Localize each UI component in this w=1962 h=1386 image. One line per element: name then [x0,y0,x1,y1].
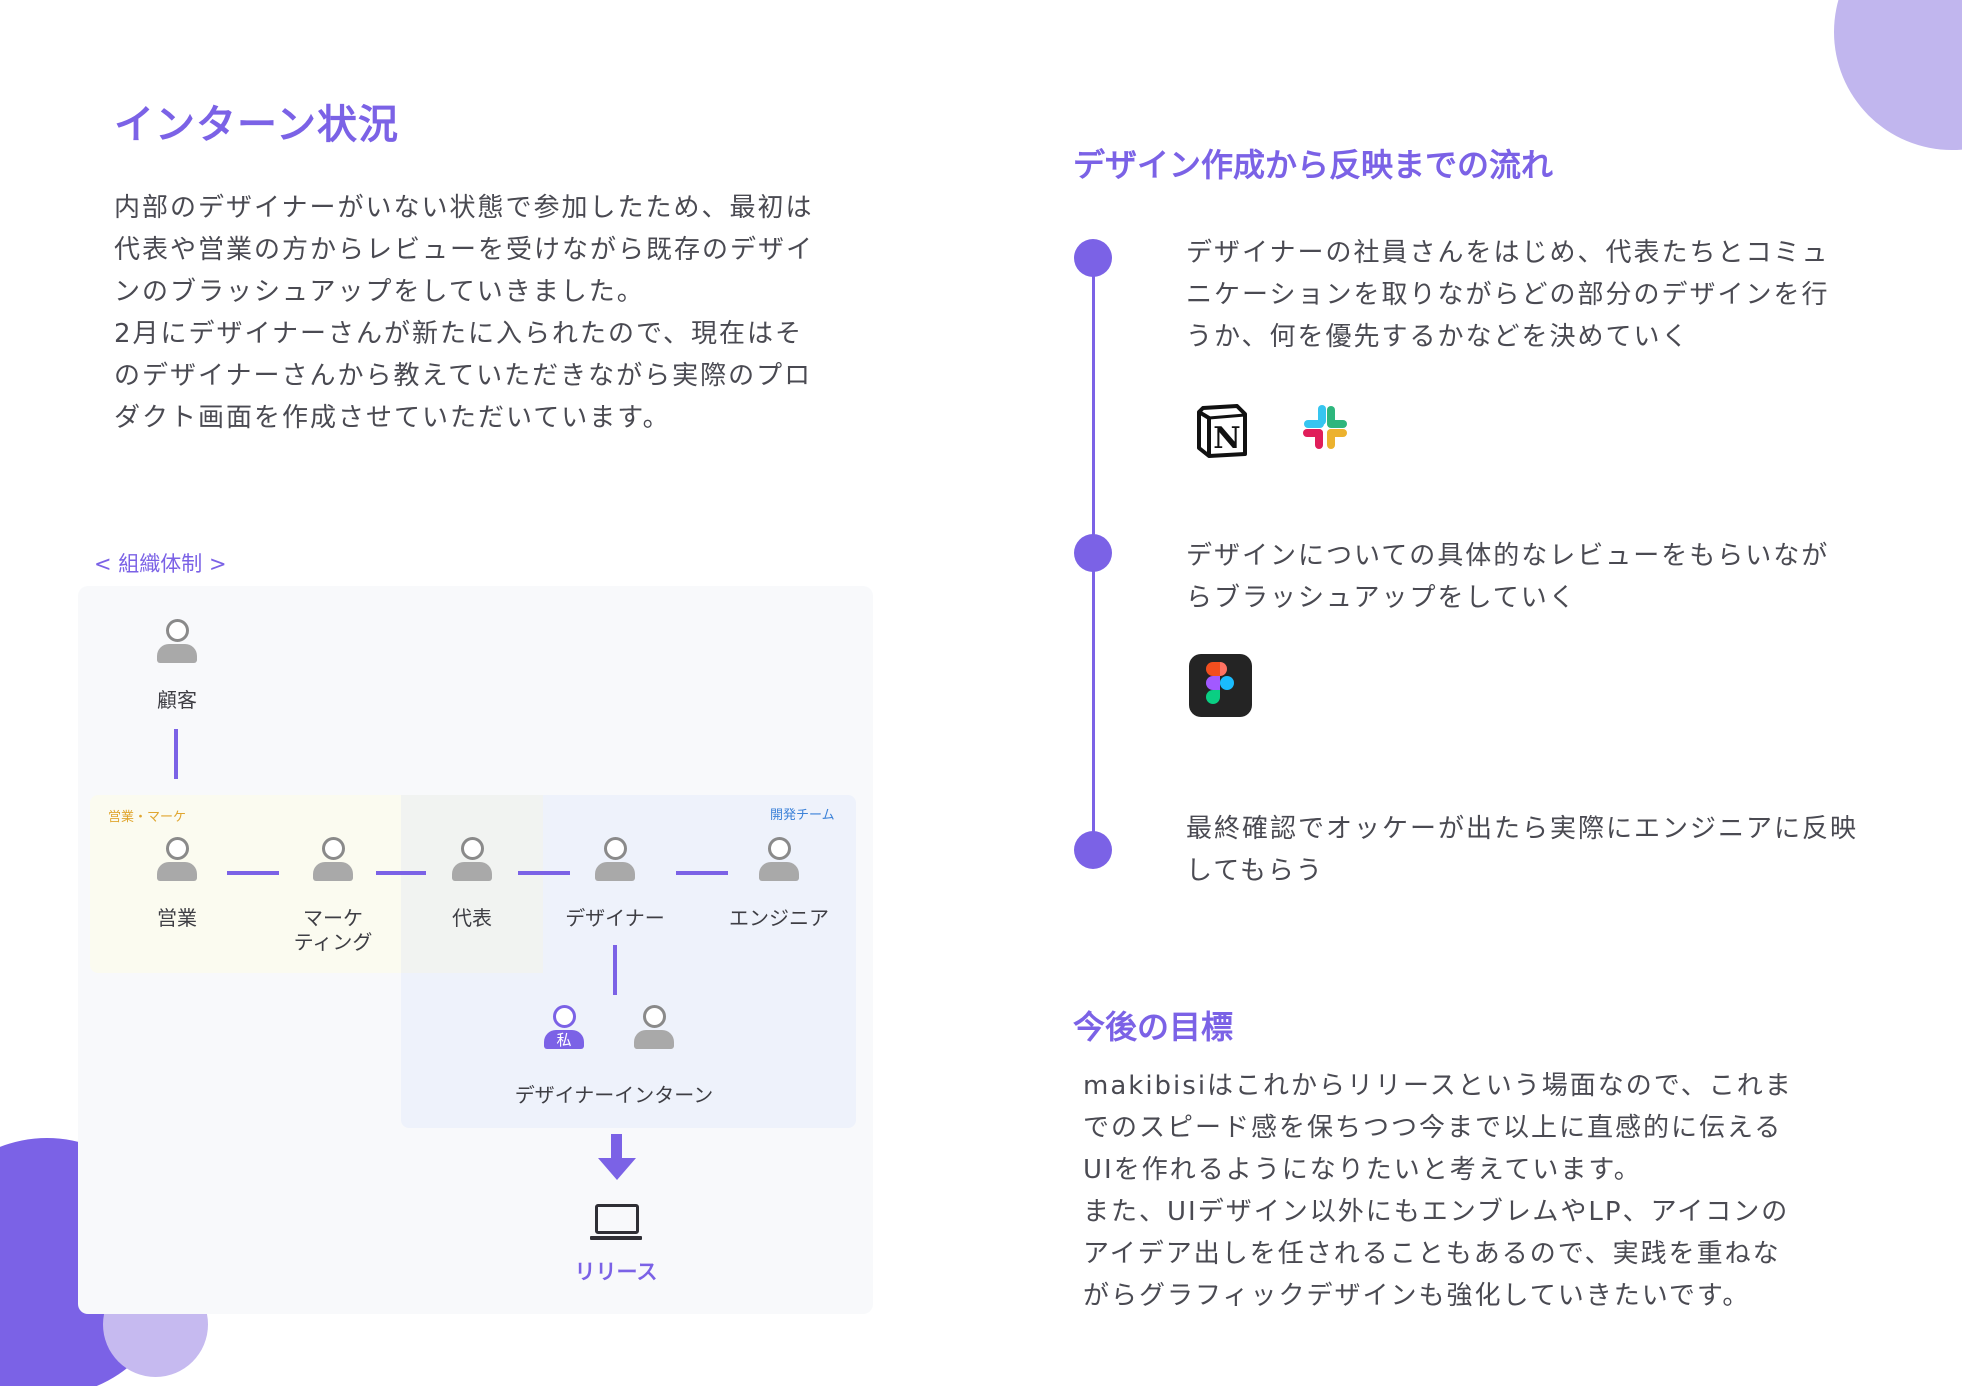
flow-step-1: デザイナーの社員さんをはじめ、代表たちとコミュ ニケーションを取りながらどの部分… [1186,232,1906,358]
flow-step-3: 最終確認でオッケーが出たら実際にエンジニアに反映 してもらう [1186,808,1906,892]
flow-step-line: してもらう [1186,856,1324,886]
intern-person-icon [630,1005,678,1051]
zone-overlap [401,795,543,973]
decorative-circle-top-right [1834,0,1962,150]
intro-line: 代表や営業の方からレビューを受けながら既存のデザイ [114,235,815,265]
sales-zone-label: 営業・マーケ [108,810,187,825]
ceo-designer-connector [518,871,570,875]
goal-line: makibisiはこれからリリースという場面なので、これま [1083,1071,1793,1101]
goal-line: アイデア出しを任されることもあるので、実践を重ねな [1083,1239,1781,1269]
timeline-dot [1074,239,1112,277]
flow-step-line: 最終確認でオッケーが出たら実際にエンジニアに反映 [1186,814,1859,844]
figma-icon [1189,654,1252,717]
laptop-base [590,1236,642,1240]
org-chart-caption: < 組織体制 > [94,552,227,576]
person-body [157,644,197,663]
person-head [643,1005,666,1028]
sales-marketing-connector [227,871,279,875]
goal-line: でのスピード感を保ちつつ今まで以上に直感的に伝える [1083,1113,1783,1143]
marketing-label-line: マーケ [303,906,363,930]
flow-step-line: ニケーションを取りながらどの部分のデザインを行 [1186,280,1830,310]
designer-person-icon [591,837,639,883]
person-head [768,837,791,860]
customer-label: 顧客 [157,688,197,712]
goal-paragraph: makibisiはこれからリリースという場面なので、これま でのスピード感を保ち… [1083,1065,1923,1317]
release-label: リリース [574,1260,658,1284]
me-badge: 私 [544,1030,584,1049]
timeline-dot [1074,831,1112,869]
designer-engineer-connector [676,871,728,875]
dev-zone-label: 開発チーム [770,808,835,823]
intro-line: のデザイナーさんから教えていただきながら実際のプロ [114,361,813,391]
person-head [461,837,484,860]
flow-step-line: デザイナーの社員さんをはじめ、代表たちとコミュ [1186,238,1830,268]
notion-icon: N [1193,400,1253,460]
marketing-ceo-connector [376,871,426,875]
intro-line: ダクト画面を作成させていただいています。 [114,403,671,433]
down-arrow-icon [598,1158,636,1180]
person-head [166,837,189,860]
timeline-dot [1074,534,1112,572]
designer-label: デザイナー [565,906,665,930]
flow-step-line: うか、何を優先するかなどを決めていく [1186,322,1690,352]
customer-connector [174,729,178,779]
flow-step-line: らブラッシュアップをしていく [1186,583,1577,613]
flow-step-line: デザインについての具体的なレビューをもらいなが [1186,541,1830,571]
goal-title: 今後の目標 [1073,1008,1234,1046]
page: インターン状況 内部のデザイナーがいない状態で参加したため、最初は 代表や営業の… [0,0,1962,1386]
person-head [604,837,627,860]
person-head [322,837,345,860]
ceo-label: 代表 [452,906,492,930]
goal-line: UIを作れるようになりたいと考えています。 [1083,1155,1642,1185]
person-body [634,1030,674,1049]
person-head [553,1005,576,1028]
ceo-person-icon [448,837,496,883]
customer-person-icon [153,619,201,665]
intro-paragraph: 内部のデザイナーがいない状態で参加したため、最初は 代表や営業の方からレビューを… [114,187,854,439]
page-title: インターン状況 [114,102,399,148]
engineer-label: エンジニア [729,906,829,930]
sales-label: 営業 [157,906,197,930]
laptop-screen [595,1204,639,1234]
goal-line: また、UIデザイン以外にもエンブレムやLP、アイコンの [1083,1197,1790,1227]
release-arrow-shaft [611,1134,622,1160]
intro-line: 2月にデザイナーさんが新たに入られたので、現在はそ [114,319,803,349]
slack-icon [1300,402,1350,452]
me-person-icon: 私 [540,1005,588,1051]
designer-intern-connector [613,945,617,995]
flow-title: デザイン作成から反映までの流れ [1073,146,1554,184]
engineer-person-icon [755,837,803,883]
person-head [166,619,189,642]
person-body [452,862,492,881]
marketing-label-line: ティング [293,930,373,954]
intro-line: 内部のデザイナーがいない状態で参加したため、最初は [114,193,814,223]
person-body [313,862,353,881]
intro-line: ンのブラッシュアップをしていきました。 [114,277,645,307]
flow-step-2: デザインについての具体的なレビューをもらいなが らブラッシュアップをしていく [1186,535,1906,619]
marketing-person-icon [309,837,357,883]
goal-line: がらグラフィックデザインも強化していきたいです。 [1083,1281,1751,1311]
notion-letter: N [1213,421,1240,456]
intern-label: デザイナーインターン [514,1083,714,1107]
person-body [157,862,197,881]
person-body [595,862,635,881]
sales-person-icon [153,837,201,883]
marketing-label: マーケ ティング [253,906,413,954]
person-body [759,862,799,881]
